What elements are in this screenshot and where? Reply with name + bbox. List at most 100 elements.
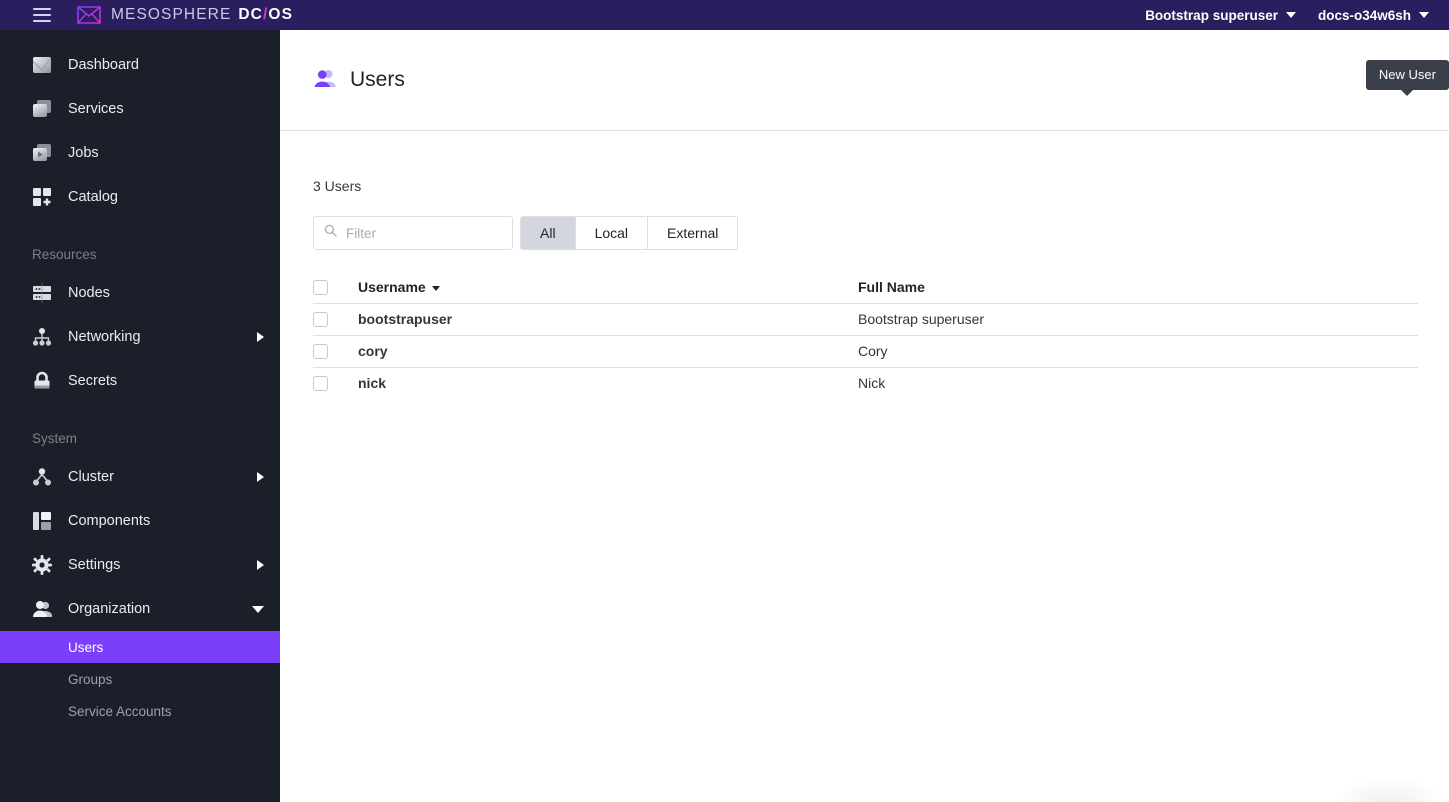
nodes-icon [30,281,54,305]
tab-external[interactable]: External [647,216,739,250]
select-all-cell [313,272,358,304]
user-menu-label: Bootstrap superuser [1145,7,1278,23]
sidebar-item-service-accounts[interactable]: Service Accounts [0,695,280,727]
sidebar-subitem-label: Users [68,639,104,655]
brand-logo-link[interactable]: MESOSPHERE DC / OS [77,5,293,25]
cell-username: cory [358,335,858,368]
sidebar-item-users[interactable]: Users [0,631,280,663]
components-icon [30,509,54,533]
dashboard-icon [30,53,54,77]
secrets-lock-icon [30,369,54,393]
search-icon [324,224,337,242]
users-panel: 3 Users All Local External [280,131,1449,399]
page-title-wrap: Users [314,67,405,94]
sidebar-subitem-label: Groups [68,671,113,687]
jobs-icon [30,141,54,165]
cell-fullname: Nick [858,375,886,392]
cluster-menu[interactable]: docs-o34w6sh [1318,8,1429,23]
caret-down-icon [431,286,440,292]
sidebar-subitem-label: Service Accounts [68,703,172,719]
sidebar-item-settings[interactable]: Settings [0,543,280,587]
cluster-icon [30,465,54,489]
row-checkbox[interactable] [313,343,328,359]
sidebar-item-label: Dashboard [68,56,139,73]
table-head: Username Full Name [313,272,1418,304]
page-title: Users [350,68,405,91]
main-content: Users New User 3 Users Filter All Local … [280,30,1449,802]
chevron-right-icon[interactable] [257,332,264,342]
table-body: bootstrapuser Bootstrap superuser cory C… [313,303,1418,399]
settings-gear-icon [30,553,54,577]
top-bar-right: Bootstrap superuser docs-o34w6sh [1123,8,1429,23]
top-bar: MESOSPHERE DC / OS Bootstrap superuser d… [0,0,1449,30]
cell-fullname: Cory [858,335,1418,368]
sidebar-item-label: Organization [68,600,151,617]
tab-all[interactable]: All [520,216,575,250]
networking-icon [30,325,54,349]
sidebar-item-label: Networking [68,328,141,345]
row-checkbox[interactable] [313,311,328,327]
sidebar-item-organization[interactable]: Organization [0,587,280,631]
chevron-right-icon[interactable] [257,560,264,570]
table-row[interactable]: cory Cory [313,335,1418,368]
chevron-down-icon[interactable] [252,605,264,613]
users-people-icon [314,67,336,94]
brand-os: OS [268,6,294,23]
search-input[interactable] [346,225,502,241]
row-checkbox-cell [313,367,358,399]
chevron-down-icon [1419,12,1429,18]
sidebar-section-resources: Resources [32,246,97,262]
sidebar-item-jobs[interactable]: Jobs [0,131,280,175]
tab-local[interactable]: Local [574,216,648,250]
services-icon [30,97,54,121]
row-checkbox-cell [313,335,358,368]
cluster-menu-label: docs-o34w6sh [1317,7,1411,23]
sidebar-item-label: Cluster [68,468,114,485]
sidebar-item-catalog[interactable]: Catalog [0,175,280,219]
brand-text: MESOSPHERE DC / OS [111,6,293,24]
cell-username: nick [358,375,387,392]
cell-fullname: Bootstrap superuser [858,303,1418,336]
filter-field[interactable] [313,216,513,250]
app-root: MESOSPHERE DC / OS Bootstrap superuser d… [0,0,1449,802]
sidebar-item-components[interactable]: Components [0,499,280,543]
column-header-username-label: Username [358,279,426,296]
select-all-checkbox[interactable] [313,279,328,295]
sidebar-item-cluster[interactable]: Cluster [0,455,280,499]
sidebar-item-label: Nodes [68,284,110,301]
column-header-fullname-label: Full Name [858,279,925,296]
sidebar-item-dashboard[interactable]: Dashboard [0,43,280,87]
column-header-fullname[interactable]: Full Name [858,272,1418,304]
table-header-row: Username Full Name [313,272,1418,304]
brand-dc: DC [238,6,263,23]
hamburger-icon[interactable] [33,8,51,22]
chevron-right-icon[interactable] [257,472,264,482]
users-table: Username Full Name bootstrapuser Bootstr… [313,272,1418,399]
catalog-icon [30,185,54,209]
organization-icon [30,597,54,621]
sidebar-item-groups[interactable]: Groups [0,663,280,695]
sidebar-item-networking[interactable]: Networking [0,315,280,359]
table-row[interactable]: bootstrapuser Bootstrap superuser [313,303,1418,336]
user-menu[interactable]: Bootstrap superuser [1145,8,1296,23]
table-row[interactable]: nick Nick [313,367,1418,399]
sidebar-item-label: Secrets [68,372,118,389]
corner-shadow [1329,776,1449,802]
sidebar-item-secrets[interactable]: Secrets [0,359,280,403]
page-header: Users New User [280,30,1449,131]
mesosphere-logo-icon [77,5,101,25]
chevron-down-icon [1285,12,1296,18]
sidebar-item-label: Jobs [68,144,99,161]
new-user-tooltip: New User [1365,60,1449,96]
sidebar-item-label: Catalog [68,188,118,205]
new-user-button[interactable]: New User [1365,60,1449,96]
column-header-username[interactable]: Username [358,272,858,304]
sidebar-item-nodes[interactable]: Nodes [0,271,280,315]
sidebar-section-system: System [32,430,78,446]
user-type-tabs: All Local External [520,216,739,250]
sidebar-item-services[interactable]: Services [0,87,280,131]
cell-username: bootstrapuser [358,303,858,336]
row-checkbox[interactable] [313,375,328,391]
row-checkbox-cell [313,303,358,336]
sidebar: Dashboard Services Jobs Catalog Resource… [0,30,280,802]
